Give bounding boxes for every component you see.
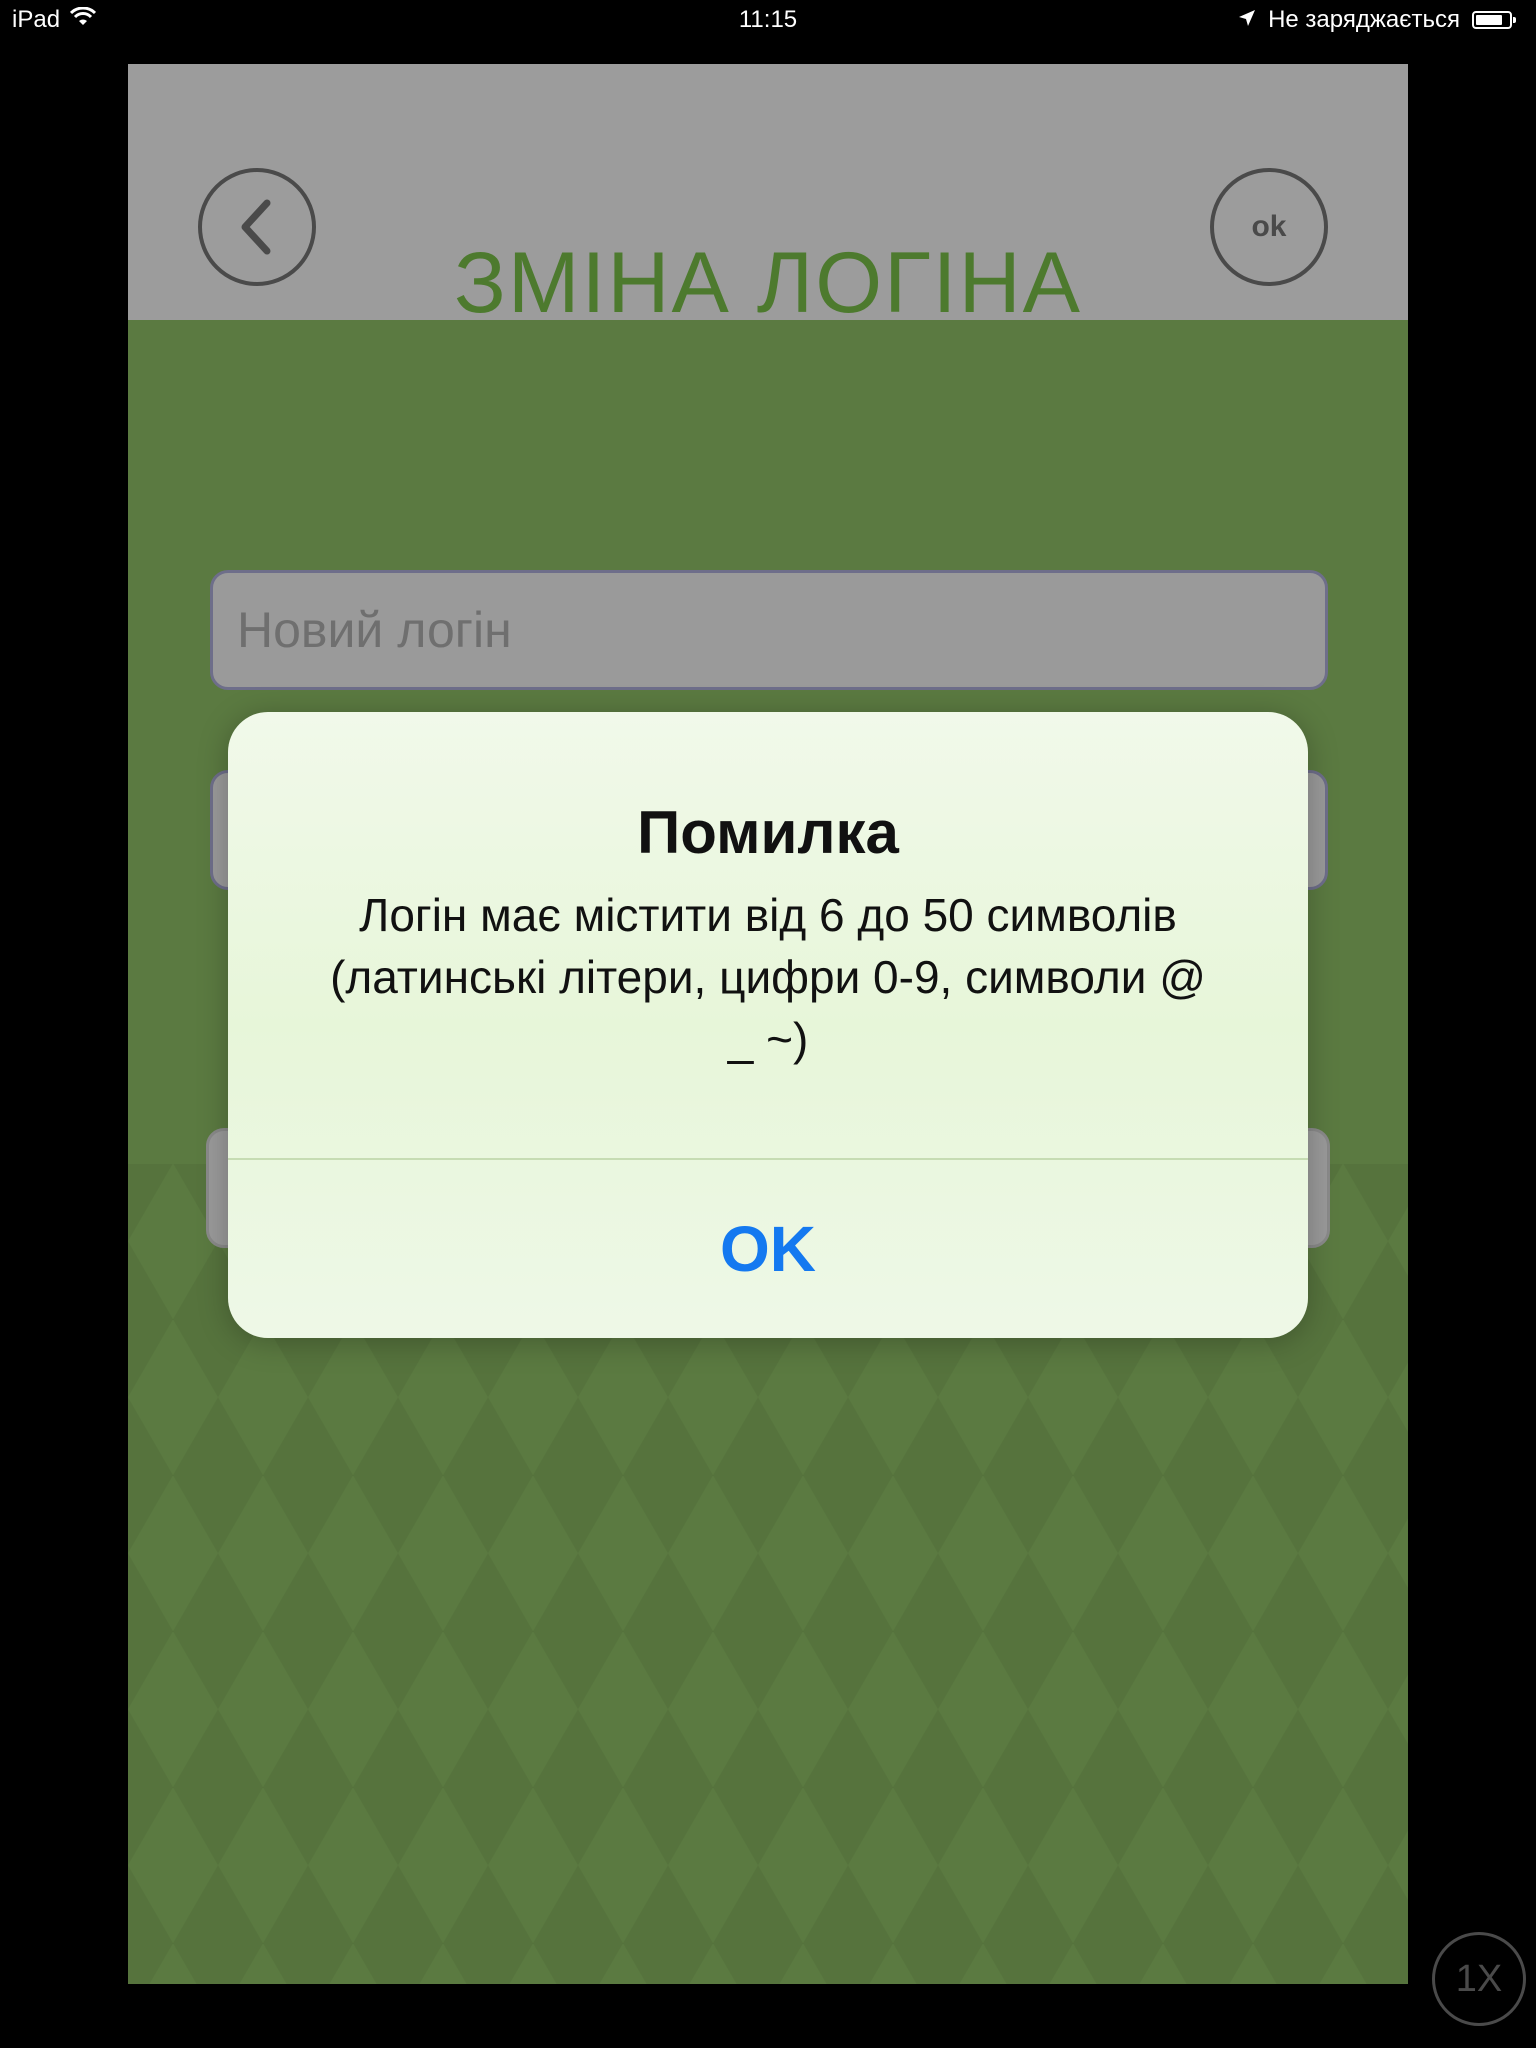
battery-status-text: Не заряджається: [1268, 6, 1460, 33]
error-alert-dialog: Помилка Логін має містити від 6 до 50 си…: [228, 712, 1308, 1338]
zoom-button[interactable]: 1X: [1432, 1932, 1526, 2026]
new-login-input[interactable]: Новий логін: [210, 570, 1328, 690]
new-login-placeholder: Новий логін: [237, 602, 512, 658]
confirm-button[interactable]: ok: [1210, 168, 1328, 286]
alert-ok-button[interactable]: OK: [228, 1160, 1308, 1338]
status-right: Не заряджається: [1238, 6, 1516, 34]
app-header: ЗМІНА ЛОГІНА ok: [128, 64, 1408, 331]
alert-message: Логін має містити від 6 до 50 символів (…: [330, 889, 1206, 1065]
alert-title: Помилка: [637, 799, 899, 866]
location-icon: [1238, 6, 1256, 34]
battery-icon: [1472, 11, 1516, 29]
status-bar: iPad 11:15 Не заряджається: [0, 0, 1536, 40]
